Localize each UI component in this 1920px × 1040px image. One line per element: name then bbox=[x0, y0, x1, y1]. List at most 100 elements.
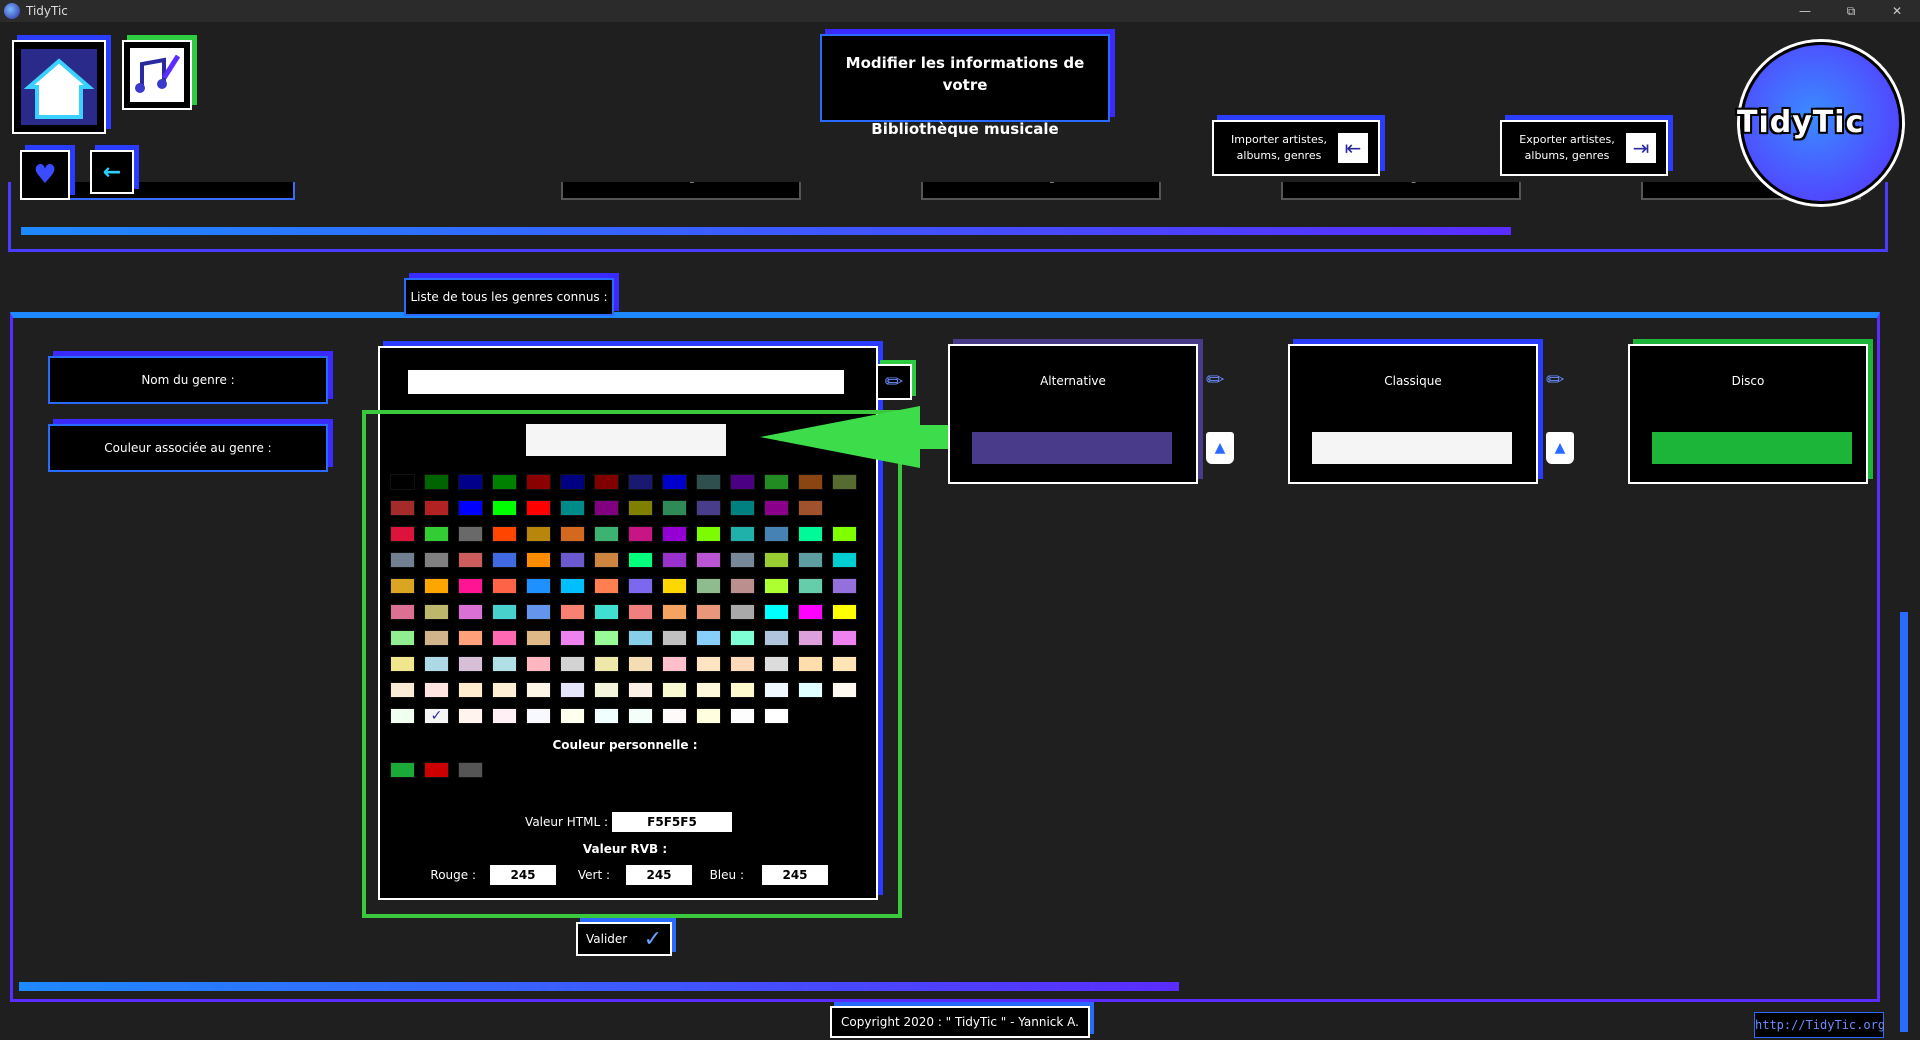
palette-swatch[interactable] bbox=[628, 708, 653, 724]
custom-color-swatch[interactable] bbox=[458, 762, 483, 778]
palette-swatch[interactable] bbox=[832, 552, 857, 568]
palette-swatch[interactable] bbox=[628, 630, 653, 646]
palette-swatch[interactable] bbox=[764, 552, 789, 568]
palette-swatch[interactable] bbox=[730, 500, 755, 516]
palette-swatch[interactable] bbox=[832, 578, 857, 594]
palette-swatch[interactable] bbox=[594, 578, 619, 594]
minimize-button[interactable]: — bbox=[1782, 0, 1828, 22]
website-link[interactable]: http://TidyTic.org bbox=[1754, 1012, 1885, 1038]
palette-swatch[interactable] bbox=[526, 656, 551, 672]
palette-swatch[interactable] bbox=[764, 578, 789, 594]
blue-value-field[interactable]: 245 bbox=[762, 865, 828, 885]
palette-swatch[interactable] bbox=[696, 526, 721, 542]
palette-swatch[interactable] bbox=[730, 656, 755, 672]
palette-swatch[interactable] bbox=[424, 682, 449, 698]
genre-name-input[interactable] bbox=[408, 370, 844, 394]
palette-swatch[interactable] bbox=[492, 682, 517, 698]
custom-color-swatch[interactable] bbox=[390, 762, 415, 778]
palette-swatch[interactable] bbox=[458, 552, 483, 568]
palette-swatch[interactable] bbox=[662, 656, 687, 672]
palette-swatch[interactable] bbox=[560, 656, 585, 672]
palette-swatch[interactable] bbox=[628, 656, 653, 672]
palette-swatch[interactable] bbox=[492, 578, 517, 594]
palette-swatch[interactable] bbox=[526, 708, 551, 724]
palette-swatch[interactable] bbox=[492, 630, 517, 646]
palette-swatch[interactable] bbox=[390, 552, 415, 568]
genre-card-alternative[interactable]: Alternative bbox=[948, 344, 1198, 484]
html-value-field[interactable]: F5F5F5 bbox=[612, 812, 732, 832]
palette-swatch[interactable] bbox=[560, 526, 585, 542]
palette-swatch[interactable] bbox=[696, 500, 721, 516]
tidytic-logo[interactable]: TidyTic bbox=[1737, 42, 1902, 204]
palette-swatch[interactable] bbox=[798, 630, 823, 646]
vertical-scrollbar[interactable] bbox=[1900, 612, 1908, 1032]
edit-classique-pencil-icon[interactable]: ✏ bbox=[1546, 368, 1574, 396]
palette-swatch[interactable] bbox=[526, 578, 551, 594]
palette-swatch[interactable] bbox=[492, 474, 517, 490]
palette-swatch[interactable] bbox=[696, 552, 721, 568]
palette-swatch[interactable] bbox=[492, 500, 517, 516]
palette-swatch[interactable] bbox=[696, 474, 721, 490]
palette-swatch[interactable] bbox=[424, 578, 449, 594]
export-button[interactable]: Exporter artistes, albums, genres ⇥ bbox=[1500, 120, 1668, 176]
palette-swatch[interactable] bbox=[594, 630, 619, 646]
palette-swatch[interactable] bbox=[764, 474, 789, 490]
palette-swatch[interactable] bbox=[696, 630, 721, 646]
green-value-field[interactable]: 245 bbox=[626, 865, 692, 885]
palette-swatch[interactable] bbox=[458, 604, 483, 620]
palette-swatch[interactable] bbox=[730, 604, 755, 620]
favorites-button[interactable]: ♥ bbox=[20, 150, 70, 200]
palette-swatch[interactable] bbox=[424, 552, 449, 568]
palette-swatch[interactable] bbox=[662, 578, 687, 594]
palette-swatch[interactable] bbox=[730, 526, 755, 542]
palette-swatch[interactable] bbox=[526, 552, 551, 568]
restore-button[interactable]: ⧉ bbox=[1828, 0, 1874, 22]
palette-swatch[interactable] bbox=[594, 552, 619, 568]
palette-swatch[interactable] bbox=[628, 474, 653, 490]
music-edit-button[interactable] bbox=[122, 40, 192, 110]
top-strip-scrollbar[interactable] bbox=[21, 227, 1511, 235]
genre-section-scrollbar[interactable] bbox=[19, 982, 1179, 991]
palette-swatch[interactable] bbox=[764, 630, 789, 646]
palette-swatch[interactable] bbox=[696, 656, 721, 672]
palette-swatch[interactable] bbox=[424, 526, 449, 542]
palette-swatch[interactable]: ✓ bbox=[424, 708, 449, 724]
palette-swatch[interactable] bbox=[696, 604, 721, 620]
palette-swatch[interactable] bbox=[832, 682, 857, 698]
palette-swatch[interactable] bbox=[662, 526, 687, 542]
palette-swatch[interactable] bbox=[526, 682, 551, 698]
palette-swatch[interactable] bbox=[458, 578, 483, 594]
palette-swatch[interactable] bbox=[390, 526, 415, 542]
custom-color-swatch[interactable] bbox=[424, 762, 449, 778]
palette-swatch[interactable] bbox=[628, 682, 653, 698]
palette-swatch[interactable] bbox=[526, 630, 551, 646]
palette-swatch[interactable] bbox=[390, 474, 415, 490]
palette-swatch[interactable] bbox=[560, 708, 585, 724]
palette-swatch[interactable] bbox=[730, 630, 755, 646]
palette-swatch[interactable] bbox=[730, 474, 755, 490]
palette-swatch[interactable] bbox=[662, 604, 687, 620]
palette-swatch[interactable] bbox=[730, 708, 755, 724]
palette-swatch[interactable] bbox=[662, 682, 687, 698]
palette-swatch[interactable] bbox=[764, 526, 789, 542]
palette-swatch[interactable] bbox=[560, 474, 585, 490]
palette-swatch[interactable] bbox=[492, 656, 517, 672]
palette-swatch[interactable] bbox=[594, 500, 619, 516]
palette-swatch[interactable] bbox=[594, 474, 619, 490]
edit-alternative-pencil-icon[interactable]: ✏ bbox=[1206, 368, 1234, 396]
palette-swatch[interactable] bbox=[594, 656, 619, 672]
palette-swatch[interactable] bbox=[662, 552, 687, 568]
palette-swatch[interactable] bbox=[560, 630, 585, 646]
palette-swatch[interactable] bbox=[560, 500, 585, 516]
palette-swatch[interactable] bbox=[424, 500, 449, 516]
palette-swatch[interactable] bbox=[594, 682, 619, 698]
edit-genre-name-button[interactable]: ✏ bbox=[876, 364, 912, 400]
palette-swatch[interactable] bbox=[594, 526, 619, 542]
palette-swatch[interactable] bbox=[628, 578, 653, 594]
palette-swatch[interactable] bbox=[526, 526, 551, 542]
palette-swatch[interactable] bbox=[662, 708, 687, 724]
palette-swatch[interactable] bbox=[458, 474, 483, 490]
palette-swatch[interactable] bbox=[798, 552, 823, 568]
palette-swatch[interactable] bbox=[628, 604, 653, 620]
palette-swatch[interactable] bbox=[764, 682, 789, 698]
